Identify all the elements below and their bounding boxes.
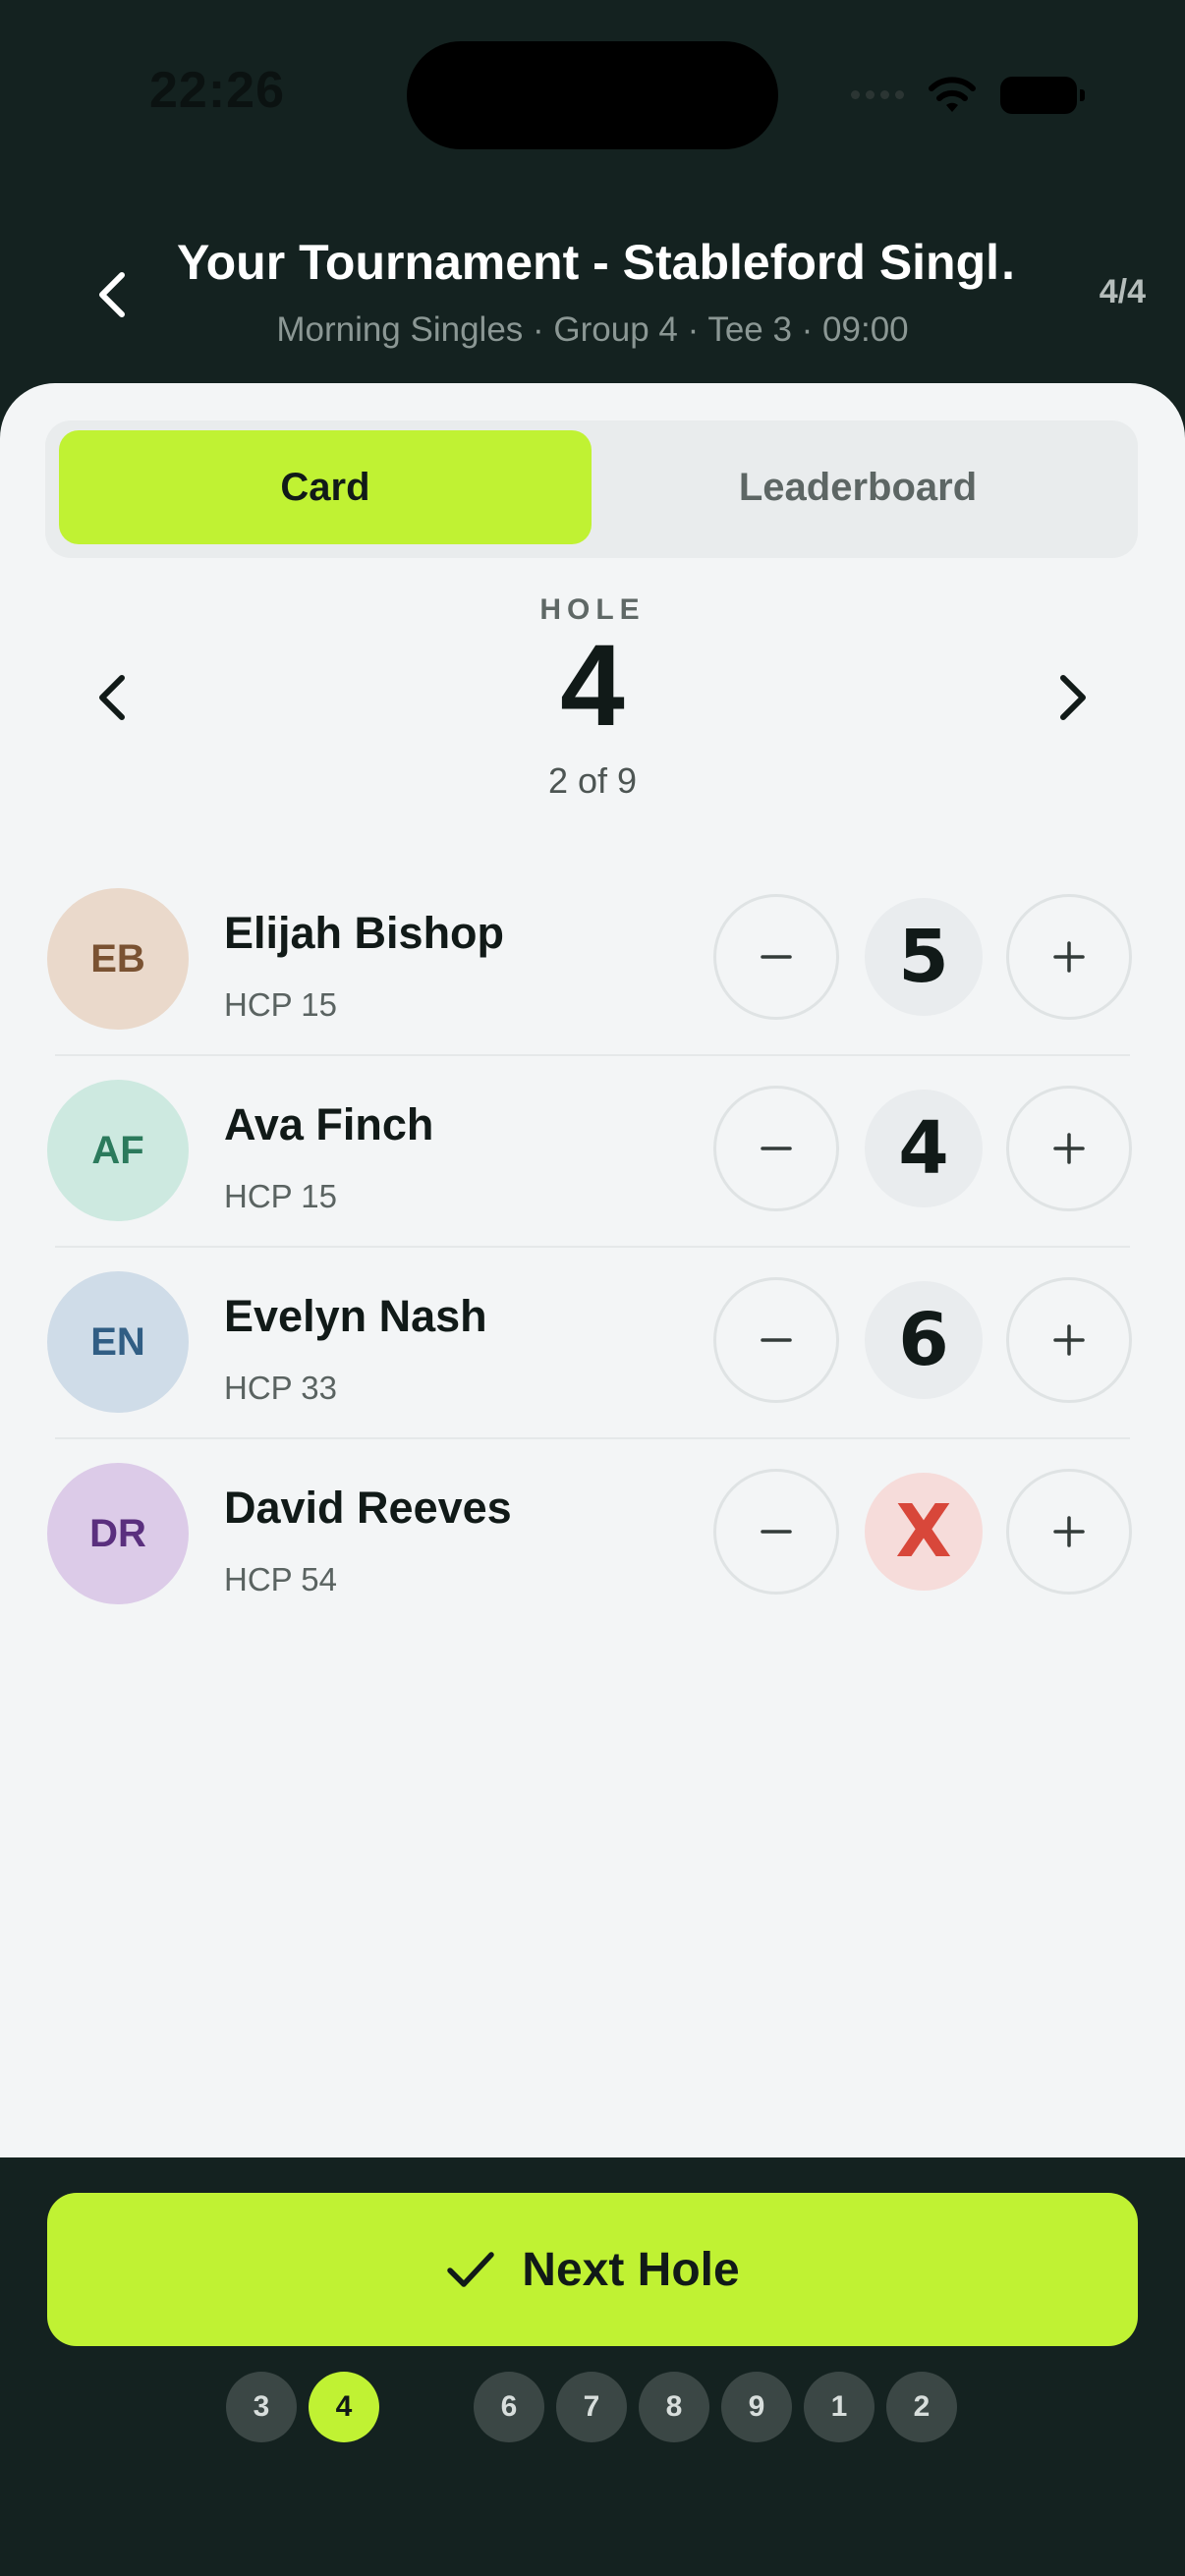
hole-progress: 2 of 9 [547, 760, 638, 801]
plus-icon [1053, 1133, 1085, 1164]
decrease-score-button[interactable] [713, 1086, 839, 1211]
avatar: DR [47, 1463, 189, 1604]
plus-icon [1053, 941, 1085, 973]
avatar: EB [47, 888, 189, 1030]
hole-selector-8[interactable]: 8 [639, 2372, 709, 2442]
player-row: EB Elijah Bishop HCP 15 5 [45, 865, 1140, 1056]
player-name: Elijah Bishop [224, 908, 505, 958]
score-value: 6 [865, 1281, 983, 1399]
hole-selector-1[interactable]: 1 [804, 2372, 875, 2442]
hole-selector-2[interactable]: 2 [886, 2372, 957, 2442]
player-name: David Reeves [224, 1483, 512, 1533]
scorecard-sheet: Card Leaderboard HOLE 4 2 of 9 EB Elijah… [0, 383, 1185, 2157]
score-value: 5 [865, 898, 983, 1016]
increase-score-button[interactable] [1006, 1277, 1132, 1403]
player-handicap: HCP 54 [224, 1561, 337, 1597]
cellular-signal-icon [851, 90, 904, 99]
checkmark-icon [447, 2252, 495, 2287]
hole-selector-3[interactable]: 3 [226, 2372, 297, 2442]
plus-icon [1053, 1516, 1085, 1547]
status-time: 22:26 [149, 62, 285, 119]
minus-icon [761, 1338, 792, 1342]
player-row: AF Ava Finch HCP 15 4 [45, 1056, 1140, 1248]
avatar: AF [47, 1080, 189, 1221]
next-hole-label: Next Hole [522, 2243, 740, 2296]
player-handicap: HCP 15 [224, 986, 337, 1023]
increase-score-button[interactable] [1006, 1469, 1132, 1595]
battery-icon [1000, 77, 1085, 114]
view-tabs: Card Leaderboard [45, 420, 1138, 558]
tab-leaderboard[interactable]: Leaderboard [592, 430, 1124, 544]
player-row: DR David Reeves HCP 54 X [45, 1439, 1140, 1631]
score-value: 4 [865, 1090, 983, 1207]
hole-number: 4 [560, 621, 625, 751]
header: Your Tournament - Stableford Singl… Morn… [0, 196, 1185, 383]
next-hole-icon[interactable] [1047, 668, 1097, 727]
player-handicap: HCP 15 [224, 1178, 337, 1214]
decrease-score-button[interactable] [713, 1469, 839, 1595]
increase-score-button[interactable] [1006, 1086, 1132, 1211]
hole-selector-4[interactable]: 4 [309, 2372, 379, 2442]
increase-score-button[interactable] [1006, 894, 1132, 1020]
wifi-icon [929, 77, 976, 112]
round-subtitle: Morning Singles · Group 4 · Tee 3 · 09:0… [276, 310, 909, 349]
hole-selector-9[interactable]: 9 [721, 2372, 792, 2442]
group-counter: 4/4 [1099, 273, 1146, 310]
bottom-bar: Next Hole 3 4 6 7 8 9 1 2 [0, 2157, 1185, 2576]
player-row: EN Evelyn Nash HCP 33 6 [45, 1248, 1140, 1439]
hole-selector-7[interactable]: 7 [556, 2372, 627, 2442]
decrease-score-button[interactable] [713, 1277, 839, 1403]
minus-icon [761, 1147, 792, 1150]
score-value: X [865, 1473, 983, 1591]
tab-card[interactable]: Card [59, 430, 592, 544]
decrease-score-button[interactable] [713, 894, 839, 1020]
player-handicap: HCP 33 [224, 1370, 337, 1406]
hole-selector-6[interactable]: 6 [474, 2372, 544, 2442]
next-hole-button[interactable]: Next Hole [47, 2193, 1138, 2346]
status-bar: 22:26 [0, 0, 1185, 187]
dynamic-island [407, 41, 778, 149]
minus-icon [761, 1530, 792, 1534]
avatar: EN [47, 1271, 189, 1413]
tournament-title: Your Tournament - Stableford Singl… [177, 235, 1012, 290]
player-name: Ava Finch [224, 1099, 434, 1149]
player-name: Evelyn Nash [224, 1291, 487, 1341]
plus-icon [1053, 1324, 1085, 1356]
minus-icon [761, 955, 792, 959]
